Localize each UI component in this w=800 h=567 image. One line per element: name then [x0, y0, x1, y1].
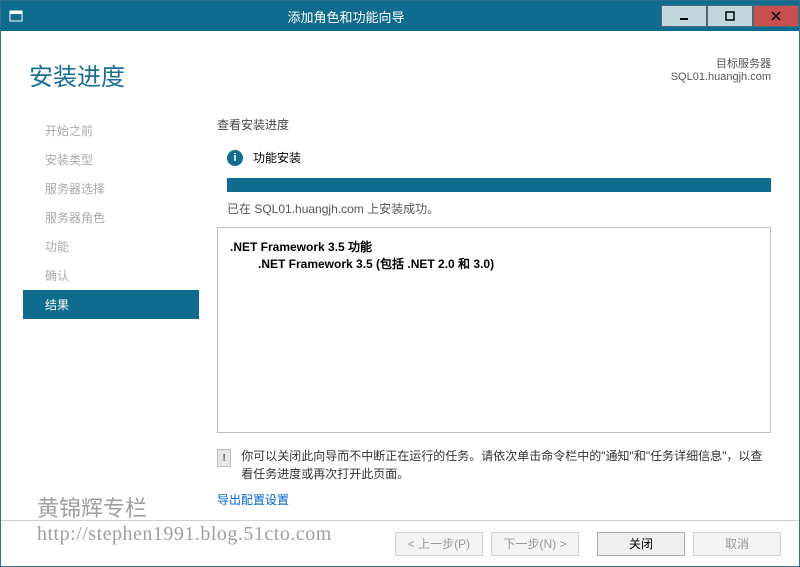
- step-server-roles: 服务器角色: [45, 203, 193, 232]
- maximize-button[interactable]: [707, 5, 753, 27]
- step-results: 结果: [23, 290, 199, 319]
- info-icon: i: [227, 150, 243, 166]
- install-status-label: 功能安装: [253, 149, 301, 166]
- wizard-steps-sidebar: 开始之前 安装类型 服务器选择 服务器角色 功能 确认 结果: [1, 116, 193, 508]
- previous-button: < 上一步(P): [395, 532, 483, 556]
- installed-features-box: .NET Framework 3.5 功能 .NET Framework 3.5…: [217, 227, 771, 433]
- titlebar[interactable]: 添加角色和功能向导: [1, 1, 799, 31]
- wizard-header: 安装进度 目标服务器 SQL01.huangjh.com: [1, 31, 799, 116]
- export-configuration-link[interactable]: 导出配置设置: [217, 491, 289, 508]
- feature-parent: .NET Framework 3.5 功能: [230, 238, 758, 255]
- target-server-name: SQL01.huangjh.com: [671, 71, 771, 83]
- wizard-footer: < 上一步(P) 下一步(N) > 关闭 取消: [1, 520, 799, 566]
- close-window-button[interactable]: [753, 5, 799, 27]
- progress-bar: [227, 178, 771, 192]
- step-before-you-begin: 开始之前: [45, 116, 193, 145]
- window-controls: [661, 5, 799, 27]
- close-notice: ! 你可以关闭此向导而不中断正在运行的任务。请依次单击命令栏中的"通知"和"任务…: [217, 447, 771, 483]
- target-server-label: 目标服务器: [671, 55, 771, 71]
- step-features: 功能: [45, 232, 193, 261]
- notice-text: 你可以关闭此向导而不中断正在运行的任务。请依次单击命令栏中的"通知"和"任务详细…: [241, 447, 771, 483]
- wizard-window: 添加角色和功能向导 安装进度 目标服务器 SQL01.huangjh.com 开…: [0, 0, 800, 567]
- close-button[interactable]: 关闭: [597, 532, 685, 556]
- next-button: 下一步(N) >: [491, 532, 579, 556]
- minimize-button[interactable]: [661, 5, 707, 27]
- page-title: 安装进度: [29, 57, 671, 92]
- install-status-message: 已在 SQL01.huangjh.com 上安装成功。: [227, 200, 779, 217]
- app-icon: [1, 9, 31, 23]
- flag-icon: !: [217, 449, 231, 467]
- cancel-button: 取消: [693, 532, 781, 556]
- step-installation-type: 安装类型: [45, 145, 193, 174]
- section-title: 查看安装进度: [217, 116, 779, 133]
- step-server-selection: 服务器选择: [45, 174, 193, 203]
- window-title: 添加角色和功能向导: [31, 7, 661, 26]
- wizard-main: 查看安装进度 i 功能安装 已在 SQL01.huangjh.com 上安装成功…: [193, 116, 779, 508]
- feature-child: .NET Framework 3.5 (包括 .NET 2.0 和 3.0): [230, 255, 758, 272]
- step-confirmation: 确认: [45, 261, 193, 290]
